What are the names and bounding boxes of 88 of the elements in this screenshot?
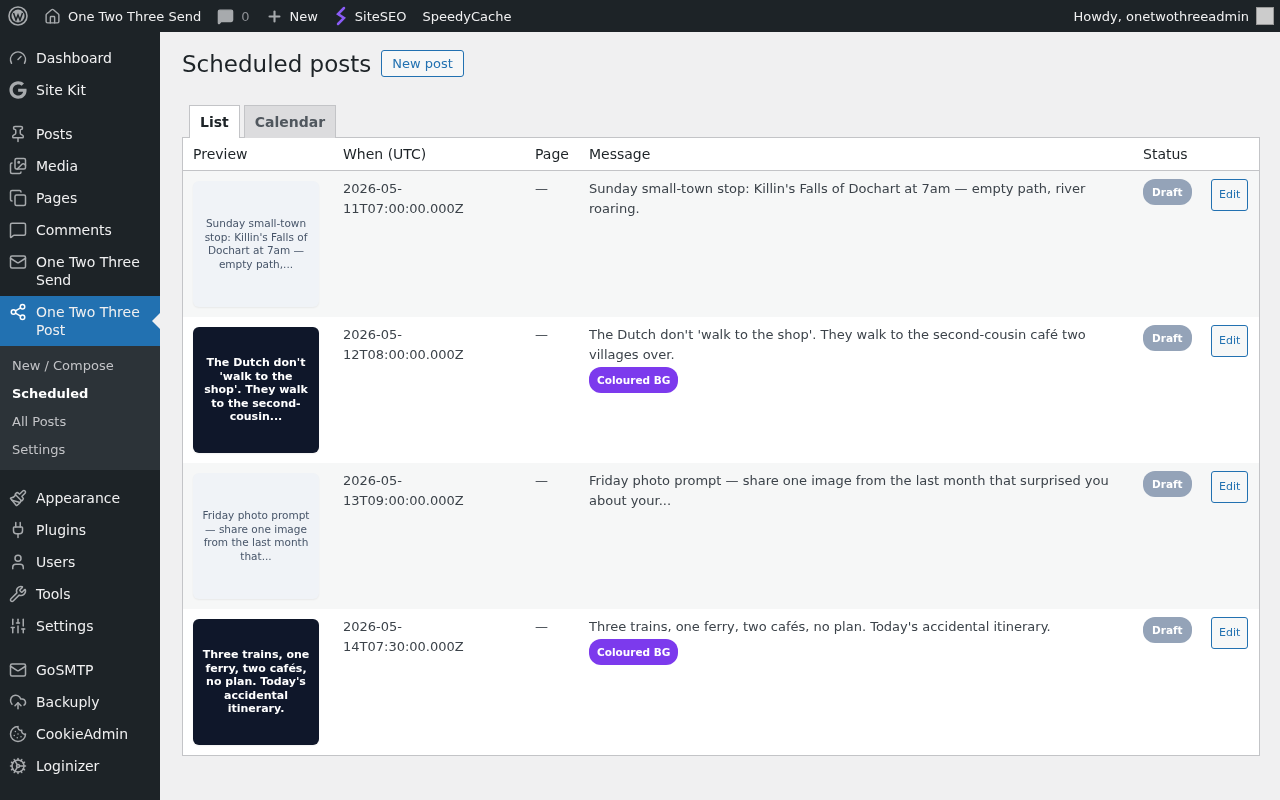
column-header: Message	[588, 145, 652, 164]
menu-item[interactable]: One Two Three Send	[0, 246, 160, 296]
post-preview: Three trains, one ferry, two cafés, no plan. Today's accidental itinerary.	[193, 619, 319, 745]
user-icon	[9, 553, 27, 571]
page-value: —	[535, 619, 548, 634]
scheduled-time: 2026-05-14T07:30:00.000Z	[343, 619, 464, 654]
wrench-icon	[9, 585, 27, 603]
scheduled-time: 2026-05-13T09:00:00.000Z	[343, 473, 464, 508]
message-text: Three trains, one ferry, two cafés, no plan. Today's accidental itinerary.	[589, 618, 1052, 636]
page-value: —	[535, 327, 548, 342]
tag: Coloured BG	[589, 639, 679, 665]
plus-icon	[265, 7, 283, 25]
envelope-icon	[9, 661, 27, 679]
images-icon	[9, 157, 27, 175]
comments-link[interactable]: 0	[217, 7, 250, 25]
account-link[interactable]: Howdy, onetwothreeadmin	[1073, 7, 1274, 25]
message-text: The Dutch don't 'walk to the shop'. They walk to the second-cousin café two villages over.	[589, 326, 1087, 364]
g-logo-icon	[9, 81, 27, 99]
share-icon	[9, 303, 27, 321]
tab[interactable]: Calendar	[243, 105, 337, 138]
cog-icon	[9, 757, 27, 775]
new-post-button[interactable]: New post	[381, 50, 464, 77]
avatar	[1256, 7, 1274, 25]
column-header: Page	[534, 145, 570, 164]
menu-item[interactable]: Backuply	[0, 686, 160, 718]
gauge-icon	[9, 49, 27, 67]
menu-item[interactable]: GoSMTP	[0, 654, 160, 686]
status-badge: Draft	[1143, 617, 1192, 643]
message-text: Sunday small-town stop: Killin's Falls of Dochart at 7am — empty path, river roaring.	[589, 180, 1087, 218]
post-preview: Friday photo prompt — share one image from the last month that...	[193, 473, 319, 599]
edit-button[interactable]: Edit	[1211, 179, 1249, 211]
menu-item[interactable]: Settings	[0, 610, 160, 642]
paintbrush-icon	[9, 489, 27, 507]
edit-button[interactable]: Edit	[1211, 471, 1249, 503]
comment-count: 0	[241, 8, 250, 24]
message-text: Friday photo prompt — share one image from the last month that surprised you about your...	[589, 472, 1110, 510]
page-title: Scheduled posts	[182, 50, 372, 77]
menu-item[interactable]: Loginizer	[0, 750, 160, 782]
column-header: When (UTC)	[342, 145, 428, 164]
status-badge: Draft	[1143, 179, 1192, 205]
menu-item[interactable]: CookieAdmin	[0, 718, 160, 750]
pages-icon	[9, 189, 27, 207]
sliders-icon	[9, 617, 27, 635]
column-header: Preview	[192, 145, 249, 164]
tab[interactable]: List	[189, 105, 240, 138]
page-value: —	[535, 473, 548, 488]
menu-item[interactable]: Dashboard	[0, 42, 160, 74]
pin-icon	[9, 125, 27, 143]
plugin-name: SiteSEO	[354, 8, 407, 24]
home-icon	[44, 7, 61, 25]
scheduled-time: 2026-05-12T08:00:00.000Z	[343, 327, 464, 362]
menu-item[interactable]: Posts	[0, 118, 160, 150]
scheduled-time: 2026-05-11T07:00:00.000Z	[343, 181, 464, 216]
envelope-icon	[9, 253, 27, 271]
submenu-item[interactable]: All Posts	[0, 408, 160, 436]
submenu-item[interactable]: Settings	[0, 436, 160, 464]
new-label: New	[289, 8, 318, 24]
speech-bubble-icon	[217, 7, 235, 25]
logo-icon[interactable]	[8, 6, 28, 26]
edit-button[interactable]: Edit	[1211, 325, 1249, 357]
post-preview: The Dutch don't 'walk to the shop'. They walk to the second-cousin...	[193, 327, 319, 453]
status-badge: Draft	[1143, 325, 1192, 351]
speech-bubble-icon	[9, 221, 27, 239]
menu-item[interactable]: Users	[0, 546, 160, 578]
site-link[interactable]: One Two Three Send	[44, 7, 202, 25]
column-header: Status	[1142, 145, 1189, 164]
menu-item[interactable]: Appearance	[0, 482, 160, 514]
submenu-item[interactable]: New / Compose	[0, 352, 160, 380]
plugin-link[interactable]: SpeedyCache	[422, 8, 512, 24]
submenu-item[interactable]: Scheduled	[0, 380, 160, 408]
menu-item[interactable]: Media	[0, 150, 160, 182]
menu-item[interactable]: Pages	[0, 182, 160, 214]
greeting: Howdy, onetwothreeadmin	[1073, 8, 1249, 24]
cookie-icon	[9, 725, 27, 743]
plugin-link[interactable]: SiteSEO	[333, 6, 407, 26]
status-badge: Draft	[1143, 471, 1192, 497]
new-link[interactable]: New	[265, 7, 318, 25]
menu-item[interactable]: One Two Three Post	[0, 296, 160, 346]
menu-item[interactable]: Tools	[0, 578, 160, 610]
menu-item[interactable]: Plugins	[0, 514, 160, 546]
tag: Coloured BG	[589, 367, 679, 393]
cloud-upload-icon	[9, 693, 27, 711]
menu-item[interactable]: Comments	[0, 214, 160, 246]
menu-item[interactable]: Site Kit	[0, 74, 160, 106]
post-preview: Sunday small-town stop: Killin's Falls of Dochart at 7am — empty path,...	[193, 181, 319, 307]
edit-button[interactable]: Edit	[1211, 617, 1249, 649]
page-value: —	[535, 181, 548, 196]
site-name: One Two Three Send	[68, 8, 202, 24]
